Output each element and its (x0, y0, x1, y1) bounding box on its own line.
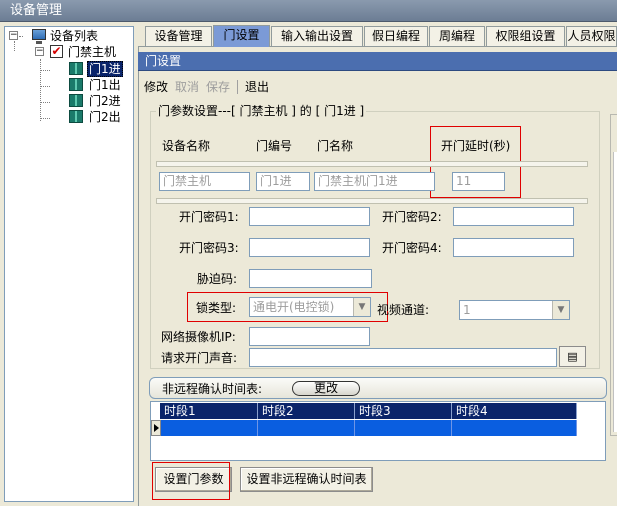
door-no-header: 门编号 (256, 139, 293, 153)
grid-column-header[interactable]: 时段2 (258, 403, 355, 419)
door-icon (69, 94, 83, 107)
toolbar-separator (237, 80, 238, 94)
grid-column-header[interactable]: 时段4 (452, 403, 577, 419)
open-delay-field[interactable]: 11 (452, 172, 505, 191)
pwd4-label: 开门密码4: (382, 241, 442, 255)
pwd2-input[interactable] (453, 207, 574, 226)
video-channel-value: 1 (463, 303, 471, 317)
open-sound-input[interactable] (249, 348, 557, 367)
door-icon (69, 78, 83, 91)
tree-door-item[interactable]: 门2出 (89, 109, 121, 125)
tab-door-settings[interactable]: 门设置 (213, 25, 270, 47)
video-channel-label: 视频通道: (377, 303, 430, 317)
door-icon (69, 62, 83, 75)
tree-controller-collapse-icon[interactable]: − (35, 47, 44, 56)
tab-device-management[interactable]: 设备管理 (145, 26, 212, 46)
grid-cell[interactable] (161, 420, 258, 436)
door-name-header: 门名称 (317, 139, 354, 153)
grid-column-header[interactable]: 时段3 (355, 403, 452, 419)
tree-controller-label[interactable]: 门禁主机 (68, 44, 116, 60)
tab-week-programming[interactable]: 周编程 (429, 26, 485, 46)
pwd4-input[interactable] (453, 238, 574, 257)
door-icon (69, 110, 83, 123)
door-no-field[interactable]: 门1进 (256, 172, 310, 191)
chevron-down-icon[interactable]: ▼ (552, 301, 569, 319)
divider (156, 161, 588, 167)
divider (156, 198, 588, 204)
video-channel-select[interactable]: 1 ▼ (459, 300, 570, 320)
panel-title: 门设置 (138, 52, 617, 71)
door-name-field[interactable]: 门禁主机门1进 (314, 172, 435, 191)
right-side-list (613, 152, 617, 432)
grid-column-header[interactable]: 时段1 (160, 403, 258, 419)
open-sound-label: 请求开门声音: (161, 351, 238, 365)
device-name-field[interactable]: 门禁主机 (159, 172, 250, 191)
highlight-box (187, 292, 388, 322)
grid-cell[interactable] (452, 420, 577, 436)
tree-door-item[interactable]: 门1进 (87, 61, 123, 77)
duress-label: 胁迫码: (197, 272, 238, 286)
cancel-button[interactable]: 取消 (175, 80, 199, 94)
grid-cell[interactable] (355, 420, 452, 436)
folder-icon: ▤ (567, 350, 578, 363)
browse-file-button[interactable]: ▤ (559, 346, 586, 367)
non-remote-label: 非远程确认时间表: (162, 382, 263, 396)
tab-holiday-programming[interactable]: 假日编程 (364, 26, 428, 46)
device-name-header: 设备名称 (162, 139, 211, 153)
set-non-remote-schedule-button[interactable]: 设置非远程确认时间表 (240, 467, 373, 492)
pwd3-label: 开门密码3: (179, 241, 239, 255)
tree-root-label[interactable]: 设备列表 (50, 28, 98, 44)
tab-personnel-permissions[interactable]: 人员权限 (566, 26, 617, 46)
save-button[interactable]: 保存 (206, 80, 230, 94)
tab-permission-groups[interactable]: 权限组设置 (486, 26, 565, 46)
computer-icon (32, 29, 46, 44)
tree-door-label: 门1进 (87, 61, 123, 77)
tree-door-item[interactable]: 门2进 (89, 93, 121, 109)
exit-button[interactable]: 退出 (245, 80, 269, 94)
tree-door-item[interactable]: 门1出 (89, 77, 121, 93)
checkmark-icon: ✔ (50, 44, 63, 58)
pwd3-input[interactable] (249, 238, 370, 257)
highlight-box (152, 462, 230, 500)
pwd2-label: 开门密码2: (382, 210, 442, 224)
pwd1-label: 开门密码1: (179, 210, 239, 224)
row-pointer-icon (151, 420, 161, 436)
camera-ip-input[interactable] (249, 327, 370, 346)
duress-input[interactable] (249, 269, 372, 288)
grid-cell[interactable] (258, 420, 355, 436)
window-title: 设备管理 (0, 0, 617, 22)
door-params-group-title: 门参数设置---[ 门禁主机 ] 的 [ 门1进 ] (156, 104, 367, 118)
modify-button[interactable]: 修改 (144, 80, 168, 94)
tree-root-collapse-icon[interactable]: − (9, 31, 18, 40)
change-button[interactable]: 更改 (292, 381, 360, 396)
tab-io-settings[interactable]: 输入输出设置 (271, 26, 363, 46)
camera-ip-label: 网络摄像机IP: (161, 330, 236, 344)
pwd1-input[interactable] (249, 207, 370, 226)
